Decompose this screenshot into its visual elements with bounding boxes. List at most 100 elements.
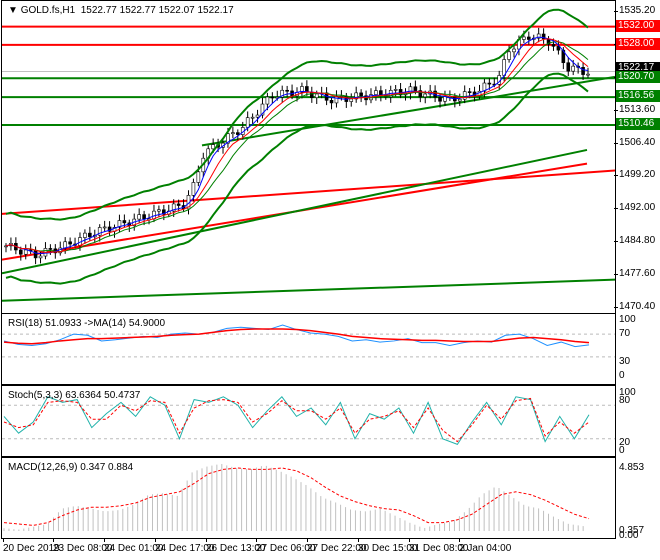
candle-body — [270, 96, 275, 99]
price-axis-label: 1499.20 — [619, 169, 656, 181]
time-tick — [307, 538, 308, 542]
rsi-panel[interactable]: RSI(18) 51.0933 ->MA(14) 54.9000 — [1, 313, 616, 385]
time-tick — [155, 538, 156, 542]
price-plot — [2, 8, 615, 302]
price-axis-label: 1470.40 — [619, 301, 656, 312]
candle-body — [88, 232, 92, 238]
candle-body — [285, 89, 289, 92]
candle-body — [457, 98, 462, 102]
stoch-panel[interactable]: Stoch(5,3,3) 63.6364 50.4737 — [1, 385, 616, 457]
candle-body — [413, 86, 418, 91]
candle-body — [349, 98, 354, 102]
candle-body — [176, 203, 181, 206]
candle-body — [48, 248, 53, 250]
candle-body — [374, 90, 378, 95]
candle-body — [423, 93, 428, 98]
ohlc-values: 1522.77 1522.77 1522.07 1522.17 — [80, 5, 234, 16]
candle-body — [191, 182, 196, 196]
level-price-label: 1510.46 — [616, 118, 660, 130]
level-price-label: 1520.70 — [616, 71, 660, 84]
candle-body — [137, 214, 141, 220]
candle-body — [527, 36, 531, 40]
rsi-axis-100: 100 — [619, 314, 636, 325]
candle-body — [68, 241, 72, 245]
candle-body — [231, 132, 235, 135]
time-tick — [3, 538, 4, 542]
rsi-axis-0: 0 — [619, 370, 625, 381]
time-tick — [459, 538, 460, 542]
bollinger-upper — [5, 8, 589, 221]
macd-label: MACD(12,26,9) 0.347 0.884 — [8, 462, 134, 473]
candle-body — [83, 232, 87, 238]
candle-body — [265, 96, 270, 105]
candle-body — [551, 44, 556, 47]
price-axis-label: 1513.60 — [619, 103, 656, 115]
candle-body — [502, 59, 506, 76]
time-tick — [53, 538, 54, 542]
trend-line — [2, 278, 615, 302]
price-tick — [614, 109, 618, 111]
price-axis-label: 1477.60 — [619, 268, 656, 280]
price-tick — [614, 307, 618, 308]
candle-body — [566, 62, 571, 72]
time-tick — [358, 538, 359, 542]
candle-body — [250, 116, 255, 119]
candle-body — [236, 132, 240, 135]
symbol-label: GOLD.fs,H1 — [20, 5, 76, 16]
candle-body — [467, 91, 472, 93]
bollinger-middle — [5, 41, 589, 253]
rsi-axis-70: 70 — [619, 328, 631, 339]
chart-window: ▼ GOLD.fs,H1 1522.77 1522.77 1522.07 152… — [0, 0, 660, 560]
collapse-icon[interactable]: ▼ — [8, 5, 21, 16]
time-axis-label: 2 Jan 04:00 — [459, 543, 512, 554]
candle-body — [314, 93, 319, 98]
chart-title: ▼ GOLD.fs,H1 1522.77 1522.77 1522.07 152… — [8, 5, 234, 16]
stoch-axis-80: 80 — [619, 395, 631, 406]
price-tick — [614, 274, 618, 276]
price-chart-panel[interactable]: ▼ GOLD.fs,H1 1522.77 1522.77 1522.07 152… — [1, 0, 616, 314]
price-axis-label: 1535.20 — [619, 5, 656, 16]
candle-body — [102, 226, 107, 229]
macd-axis-bottom: 0.00 — [619, 530, 639, 541]
level-price-label: 1528.00 — [616, 37, 660, 50]
price-axis-label: 1492.00 — [619, 202, 656, 214]
level-price-label: 1516.56 — [616, 90, 660, 103]
candle-body — [512, 48, 516, 53]
price-tick — [614, 142, 618, 144]
candle-body — [33, 249, 38, 259]
candle-body — [63, 241, 67, 249]
candle-body — [522, 36, 526, 40]
candle-body — [581, 67, 585, 75]
time-tick — [256, 538, 257, 542]
candle-body — [142, 214, 146, 220]
stoch-axis-0: 0 — [619, 445, 625, 456]
candle-body — [571, 65, 576, 72]
candle-body — [18, 249, 23, 255]
rsi-label: RSI(18) 51.0933 ->MA(14) 54.9000 — [8, 318, 166, 329]
trend-line — [2, 169, 615, 215]
time-tick — [104, 538, 105, 542]
candle-body — [507, 51, 511, 60]
ma-slow — [5, 38, 589, 253]
price-axis-label: 1484.80 — [619, 235, 656, 247]
stoch-label: Stoch(5,3,3) 63.6364 50.4737 — [8, 390, 141, 401]
candle-body — [393, 89, 398, 91]
candle-body — [329, 100, 334, 104]
candle-body — [245, 117, 250, 128]
macd-panel[interactable]: MACD(12,26,9) 0.347 0.884 — [1, 457, 616, 539]
rsi-ma-line — [3, 328, 590, 345]
candle-body — [23, 249, 28, 255]
level-price-label: 1532.00 — [616, 19, 660, 32]
candle-body — [122, 220, 127, 224]
stoch-main-line — [3, 396, 590, 446]
candle-body — [309, 91, 314, 98]
candle-body — [487, 82, 492, 85]
ma-fast — [5, 36, 589, 255]
candle-body — [157, 209, 161, 212]
candle-body — [586, 73, 590, 76]
candle-body — [438, 96, 442, 102]
price-axis-label: 1506.40 — [619, 136, 656, 148]
price-tick — [614, 208, 618, 210]
candle-body — [152, 210, 156, 220]
candle-body — [196, 171, 201, 183]
